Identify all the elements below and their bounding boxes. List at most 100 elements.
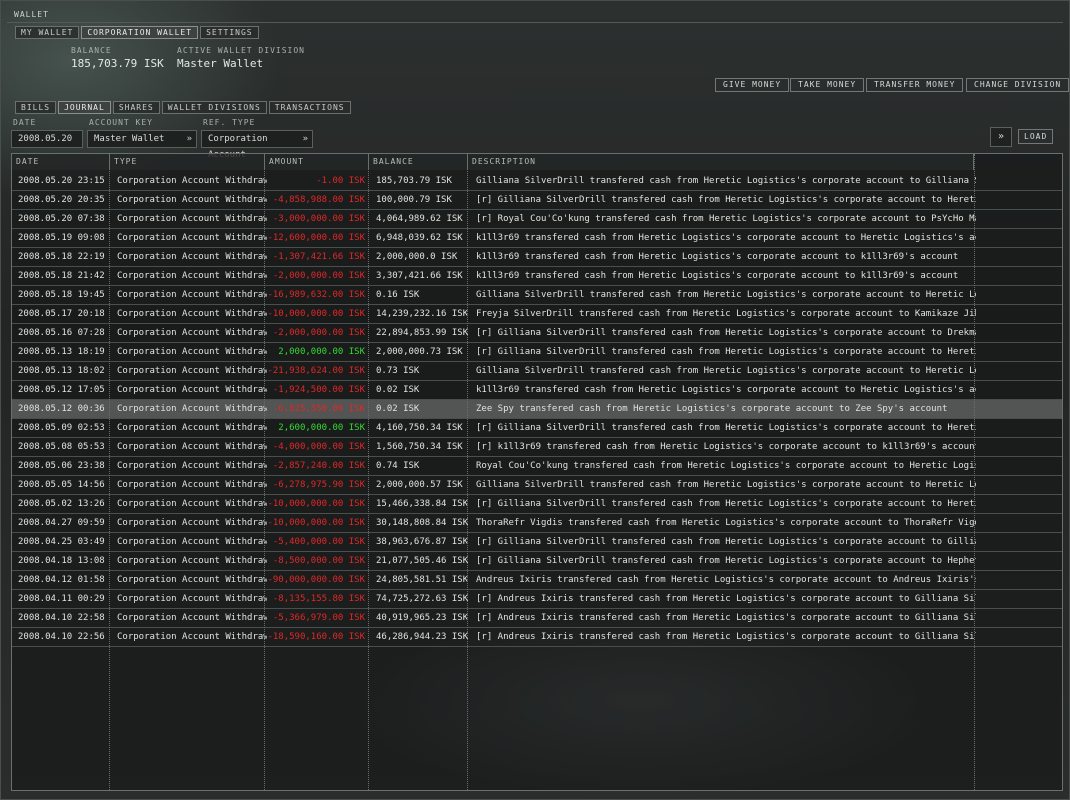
table-row[interactable]: 2008.05.18 19:45 Corporation Account With…: [12, 286, 1062, 305]
row-type: Corporation Account Withdrawal: [117, 366, 267, 376]
take-money-button[interactable]: TAKE MONEY: [790, 78, 865, 92]
tab-bills[interactable]: BILLS: [15, 101, 57, 114]
row-amount: -3,000,000.00 ISK: [272, 214, 365, 224]
tab-transactions[interactable]: TRANSACTIONS: [268, 101, 351, 114]
table-row[interactable]: 2008.05.16 07:28 Corporation Account With…: [12, 324, 1062, 343]
row-description: Royal Cou'Co'kung transfered cash from H…: [476, 461, 976, 471]
row-date: 2008.05.18 19:45: [18, 290, 105, 300]
row-balance: 185,703.79 ISK: [376, 176, 452, 186]
ref-type-select[interactable]: Corporation Account »: [201, 130, 313, 160]
row-amount: -8,500,000.00 ISK: [272, 556, 365, 566]
chevron-down-icon: »: [302, 134, 308, 144]
date-filter-input[interactable]: 2008.05.20: [11, 130, 83, 148]
table-row[interactable]: 2008.05.18 21:42 Corporation Account With…: [12, 267, 1062, 286]
row-description: ThoraRefr Vigdis transfered cash from He…: [476, 518, 976, 528]
column-header-description[interactable]: DESCRIPTION: [468, 154, 974, 170]
row-date: 2008.05.20 20:35: [18, 195, 105, 205]
change-division-button[interactable]: CHANGE DIVISION: [966, 78, 1070, 92]
row-description: k1ll3r69 transfered cash from Heretic Lo…: [476, 271, 959, 281]
row-amount: -2,000,000.00 ISK: [272, 271, 365, 281]
transfer-money-button[interactable]: TRANSFER MONEY: [866, 78, 964, 92]
row-type: Corporation Account Withdrawal: [117, 328, 267, 338]
row-type: Corporation Account Withdrawal: [117, 594, 267, 604]
table-row[interactable]: 2008.05.19 09:08 Corporation Account With…: [12, 229, 1062, 248]
row-description: [r] Gilliana SilverDrill transfered cash…: [476, 347, 976, 357]
row-description: [r] Gilliana SilverDrill transfered cash…: [476, 423, 976, 433]
table-row[interactable]: 2008.05.12 00:36 Corporation Account With…: [12, 400, 1062, 419]
column-header-amount[interactable]: AMOUNT: [265, 154, 369, 170]
row-description: [r] Gilliana SilverDrill transfered cash…: [476, 328, 976, 338]
row-type: Corporation Account Withdrawal: [117, 195, 267, 205]
tab-shares[interactable]: SHARES: [112, 101, 160, 114]
tab-settings[interactable]: SETTINGS: [200, 26, 259, 39]
load-button[interactable]: LOAD: [1018, 129, 1054, 144]
row-type: Corporation Account Withdrawal: [117, 632, 267, 642]
row-description: Gilliana SilverDrill transfered cash fro…: [476, 480, 976, 490]
column-header-balance[interactable]: BALANCE: [369, 154, 468, 170]
column-header-type[interactable]: TYPE: [110, 154, 265, 170]
table-row[interactable]: 2008.05.09 02:53 Corporation Account With…: [12, 419, 1062, 438]
fast-forward-icon[interactable]: »: [990, 127, 1012, 147]
table-row[interactable]: 2008.05.05 14:56 Corporation Account With…: [12, 476, 1062, 495]
table-row[interactable]: 2008.05.02 13:26 Corporation Account With…: [12, 495, 1062, 514]
row-date: 2008.04.11 00:29: [18, 594, 105, 604]
row-balance: 1,560,750.34 ISK: [376, 442, 463, 452]
row-amount: -10,000,000.00 ISK: [267, 518, 365, 528]
table-row[interactable]: 2008.04.11 00:29 Corporation Account With…: [12, 590, 1062, 609]
table-row[interactable]: 2008.05.18 22:19 Corporation Account With…: [12, 248, 1062, 267]
row-date: 2008.05.13 18:02: [18, 366, 105, 376]
account-key-select[interactable]: Master Wallet »: [87, 130, 197, 148]
table-row[interactable]: 2008.04.25 03:49 Corporation Account With…: [12, 533, 1062, 552]
row-type: Corporation Account Withdrawal: [117, 575, 267, 585]
row-amount: -21,938,624.00 ISK: [267, 366, 365, 376]
row-balance: 21,077,505.46 ISK: [376, 556, 469, 566]
table-row[interactable]: 2008.04.27 09:59 Corporation Account With…: [12, 514, 1062, 533]
tab-my-wallet[interactable]: MY WALLET: [15, 26, 80, 39]
row-amount: -18,590,160.00 ISK: [267, 632, 365, 642]
column-divider: [368, 154, 369, 790]
account-key-value: Master Wallet: [94, 134, 165, 144]
tab-wallet-divisions[interactable]: WALLET DIVISIONS: [161, 101, 267, 114]
row-date: 2008.05.18 22:19: [18, 252, 105, 262]
row-description: k1ll3r69 transfered cash from Heretic Lo…: [476, 233, 976, 243]
table-row[interactable]: 2008.04.10 22:58 Corporation Account With…: [12, 609, 1062, 628]
division-value: Master Wallet: [177, 57, 264, 70]
row-description: [r] Andreus Ixiris transfered cash from …: [476, 632, 976, 642]
column-header-date[interactable]: DATE: [12, 154, 110, 170]
table-row[interactable]: 2008.05.20 23:15 Corporation Account With…: [12, 172, 1062, 191]
row-type: Corporation Account Withdrawal: [117, 176, 267, 186]
table-row[interactable]: 2008.05.13 18:02 Corporation Account With…: [12, 362, 1062, 381]
table-row[interactable]: 2008.04.18 13:08 Corporation Account With…: [12, 552, 1062, 571]
tab-corporation-wallet[interactable]: CORPORATION WALLET: [81, 26, 199, 39]
date-filter-value: 2008.05.20: [18, 134, 73, 144]
row-description: [r] Gilliana SilverDrill transfered cash…: [476, 499, 976, 509]
table-row[interactable]: 2008.05.12 17:05 Corporation Account With…: [12, 381, 1062, 400]
table-row[interactable]: 2008.05.06 23:38 Corporation Account With…: [12, 457, 1062, 476]
row-amount: -1,924,500.00 ISK: [272, 385, 365, 395]
row-date: 2008.05.20 07:38: [18, 214, 105, 224]
row-amount: -1,307,421.66 ISK: [272, 252, 365, 262]
row-type: Corporation Account Withdrawal: [117, 537, 267, 547]
table-row[interactable]: 2008.04.12 01:58 Corporation Account With…: [12, 571, 1062, 590]
table-row[interactable]: 2008.05.17 20:18 Corporation Account With…: [12, 305, 1062, 324]
row-balance: 0.73 ISK: [376, 366, 420, 376]
table-row[interactable]: 2008.05.20 20:35 Corporation Account With…: [12, 191, 1062, 210]
window-title: WALLET: [7, 7, 1063, 23]
table-row[interactable]: 2008.04.10 22:56 Corporation Account With…: [12, 628, 1062, 647]
row-description: Gilliana SilverDrill transfered cash fro…: [476, 366, 976, 376]
table-row[interactable]: 2008.05.08 05:53 Corporation Account With…: [12, 438, 1062, 457]
row-type: Corporation Account Withdrawal: [117, 271, 267, 281]
row-date: 2008.05.19 09:08: [18, 233, 105, 243]
table-row[interactable]: 2008.05.20 07:38 Corporation Account With…: [12, 210, 1062, 229]
division-label: ACTIVE WALLET DIVISION: [177, 46, 305, 55]
table-row[interactable]: 2008.05.13 18:19 Corporation Account With…: [12, 343, 1062, 362]
row-description: k1ll3r69 transfered cash from Heretic Lo…: [476, 385, 976, 395]
row-balance: 38,963,676.87 ISK: [376, 537, 469, 547]
row-amount: -2,000,000.00 ISK: [272, 328, 365, 338]
row-type: Corporation Account Withdrawal: [117, 461, 267, 471]
row-date: 2008.05.16 07:28: [18, 328, 105, 338]
tab-journal[interactable]: JOURNAL: [58, 101, 111, 114]
give-money-button[interactable]: GIVE MONEY: [715, 78, 790, 92]
row-type: Corporation Account Withdrawal: [117, 480, 267, 490]
row-type: Corporation Account Withdrawal: [117, 309, 267, 319]
